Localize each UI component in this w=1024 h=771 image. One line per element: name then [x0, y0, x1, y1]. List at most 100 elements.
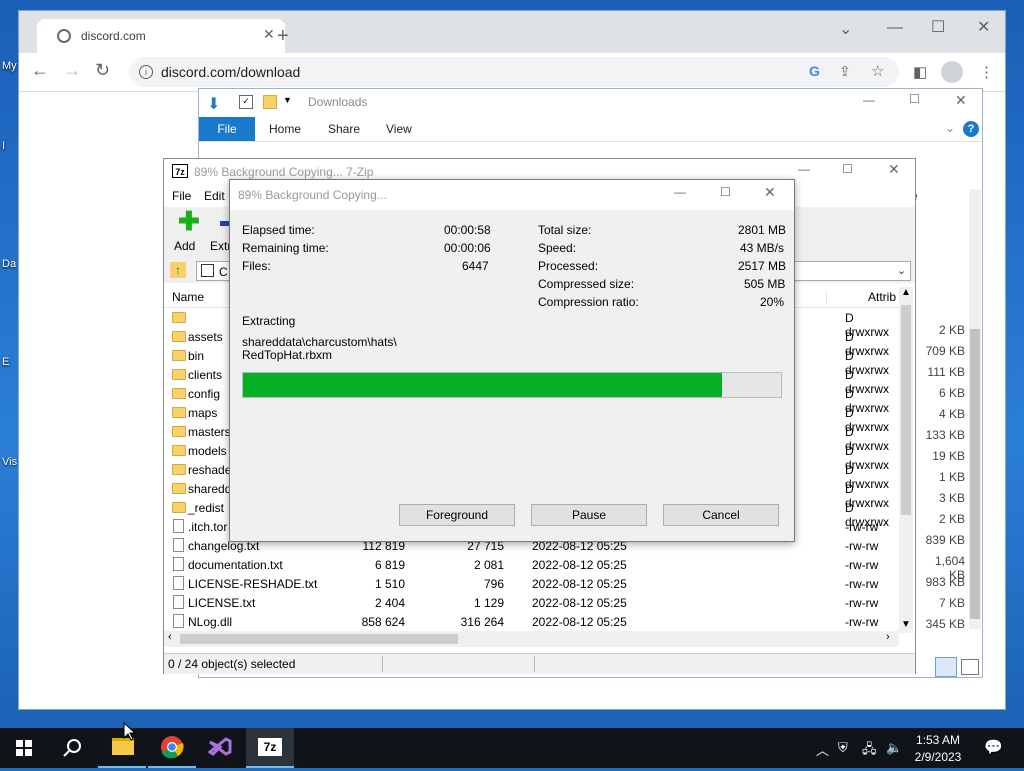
address-bar[interactable]: i discord.com/download G ⇪ ☆: [129, 57, 899, 87]
file-icon: [173, 557, 184, 571]
side-panel-icon[interactable]: ◧: [913, 63, 927, 81]
dialog-maximize-button[interactable]: ☐: [720, 185, 731, 199]
file-size: 6 KB: [938, 386, 965, 400]
browser-tab[interactable]: discord.com ✕: [37, 19, 285, 53]
taskbar-7zip[interactable]: 7z: [246, 728, 294, 768]
cancel-button[interactable]: Cancel: [663, 504, 779, 526]
sevenzip-close-button[interactable]: ✕: [888, 161, 900, 178]
search-button[interactable]: [48, 728, 96, 768]
maximize-button[interactable]: ☐: [931, 17, 945, 37]
new-folder-icon[interactable]: [263, 95, 277, 109]
start-button[interactable]: [0, 728, 48, 768]
profile-avatar-icon[interactable]: [941, 61, 963, 83]
add-label: Add: [174, 239, 196, 253]
scroll-right-icon[interactable]: ›: [886, 631, 890, 643]
tab-search-icon[interactable]: ⌄: [839, 19, 852, 39]
compression-ratio-value: 20%: [760, 295, 785, 309]
details-view-icon[interactable]: [935, 657, 957, 677]
list-hscrollbar-thumb[interactable]: [180, 634, 458, 644]
add-button[interactable]: ✚ Add: [172, 208, 208, 255]
list-vscrollbar-thumb[interactable]: [901, 305, 911, 515]
progress-bar: [242, 372, 782, 398]
file-row[interactable]: NLog.dll 858 624 316 264 2022-08-12 05:25 -r…: [164, 613, 899, 632]
explorer-scrollbar-thumb[interactable]: [970, 329, 980, 619]
foreground-button[interactable]: Foreground: [399, 504, 515, 526]
network-icon[interactable]: 🖧: [862, 740, 877, 762]
column-header-attrib[interactable]: Attrib: [868, 290, 896, 304]
close-tab-icon[interactable]: ✕: [263, 26, 275, 43]
notifications-icon[interactable]: 💬: [984, 738, 1003, 756]
ribbon-tab-file[interactable]: File: [199, 117, 255, 141]
volume-icon[interactable]: 🔈: [886, 740, 902, 756]
close-window-button[interactable]: ✕: [977, 17, 990, 37]
ribbon-tab-home[interactable]: Home: [269, 122, 301, 136]
column-header-name[interactable]: Name: [172, 290, 204, 304]
list-hscrollbar[interactable]: ‹ ›: [164, 631, 899, 647]
properties-check-icon[interactable]: ✓: [239, 95, 253, 109]
scroll-left-icon[interactable]: ‹: [168, 631, 172, 643]
expand-ribbon-icon[interactable]: ⌄: [945, 121, 955, 135]
desktop-icon-label[interactable]: My: [2, 60, 17, 72]
sevenzip-minimize-button[interactable]: —: [798, 162, 810, 176]
large-icons-view-icon[interactable]: [961, 659, 979, 675]
new-tab-button[interactable]: +: [277, 25, 289, 48]
file-size: 4 KB: [938, 407, 965, 421]
taskbar-file-explorer[interactable]: [98, 728, 146, 768]
desktop-icon-label[interactable]: E: [2, 356, 9, 368]
column-divider[interactable]: [826, 290, 827, 304]
quick-access-dropdown-icon[interactable]: ▼: [283, 95, 292, 105]
total-size-label: Total size:: [538, 223, 592, 237]
share-icon[interactable]: ⇪: [839, 63, 851, 80]
google-icon[interactable]: G: [809, 63, 820, 79]
file-attributes: -rw-rw: [845, 539, 879, 553]
files-label: Files:: [242, 259, 271, 273]
ribbon-tab-share[interactable]: Share: [328, 122, 360, 136]
desktop-icon-label[interactable]: I: [2, 140, 5, 152]
pause-button[interactable]: Pause: [531, 504, 647, 526]
desktop-icon-label[interactable]: Da: [2, 258, 16, 270]
help-icon[interactable]: ?: [963, 121, 979, 137]
explorer-minimize-button[interactable]: —: [863, 93, 875, 107]
reload-icon[interactable]: ↻: [95, 60, 110, 81]
dialog-minimize-button[interactable]: —: [674, 185, 686, 199]
taskbar-chrome[interactable]: [148, 728, 196, 768]
forward-arrow-icon[interactable]: →: [63, 60, 81, 81]
site-info-icon[interactable]: i: [139, 65, 153, 79]
file-row[interactable]: documentation.txt 6 819 2 081 2022-08-12 05…: [164, 556, 899, 575]
security-icon[interactable]: ⛨: [838, 740, 848, 756]
menu-file[interactable]: File: [172, 189, 191, 203]
path-dropdown-icon[interactable]: ⌄: [897, 264, 906, 277]
explorer-scrollbar[interactable]: [969, 189, 981, 629]
progress-bar-fill: [243, 373, 722, 397]
minimize-button[interactable]: —: [887, 19, 903, 37]
dialog-close-button[interactable]: ✕: [764, 184, 776, 201]
explorer-close-button[interactable]: ✕: [955, 92, 967, 109]
folder-icon: [172, 388, 186, 399]
file-row[interactable]: LICENSE.txt 2 404 1 129 2022-08-12 05:25 -rw…: [164, 594, 899, 613]
desktop-icon-label[interactable]: Vis: [2, 456, 17, 468]
folder-icon: [172, 350, 186, 361]
file-name: _redist: [188, 501, 225, 515]
file-size: 6 819: [374, 558, 405, 572]
explorer-maximize-button[interactable]: ☐: [909, 92, 920, 106]
scroll-up-icon[interactable]: ▲: [901, 287, 911, 298]
back-arrow-icon[interactable]: ←: [31, 60, 49, 81]
mouse-cursor-icon: [123, 722, 137, 741]
clock[interactable]: 1:53 AM 2/9/2023: [906, 731, 970, 765]
sevenzip-maximize-button[interactable]: ☐: [842, 162, 853, 176]
menu-edit[interactable]: Edit: [204, 189, 225, 203]
ribbon-tab-view[interactable]: View: [386, 122, 412, 136]
file-name: LICENSE.txt: [188, 596, 256, 610]
show-hidden-icons-icon[interactable]: ︿: [816, 740, 829, 759]
modified-date: 2022-08-12 05:25: [532, 615, 627, 629]
taskbar-visual-studio[interactable]: [196, 728, 244, 768]
modified-date: 2022-08-12 05:25: [532, 558, 627, 572]
extract-button[interactable]: Extr: [210, 209, 232, 255]
file-row[interactable]: LICENSE-RESHADE.txt 1 510 796 2022-08-12 05…: [164, 575, 899, 594]
bookmark-star-icon[interactable]: ☆: [871, 62, 884, 80]
scroll-down-icon[interactable]: ▼: [901, 619, 911, 630]
up-folder-icon[interactable]: ↑: [170, 262, 186, 278]
sevenzip-app-icon: 7z: [172, 164, 188, 178]
menu-kebab-icon[interactable]: ⋮: [979, 63, 994, 81]
list-vscrollbar[interactable]: ▲ ▼: [899, 287, 913, 633]
